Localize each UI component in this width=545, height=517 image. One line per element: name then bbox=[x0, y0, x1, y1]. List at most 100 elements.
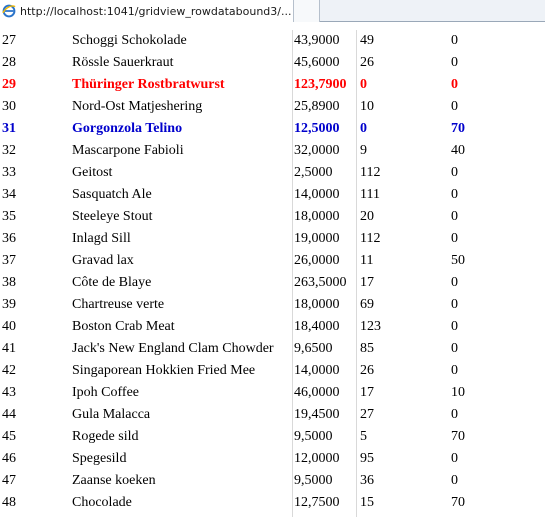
unit-price-cell: 32,0000 bbox=[294, 143, 340, 158]
units-in-stock-cell: 10 bbox=[360, 99, 374, 114]
product-id-cell: 32 bbox=[2, 143, 16, 158]
units-in-stock-cell: 0 bbox=[360, 121, 367, 136]
product-name-cell: Boston Crab Meat bbox=[72, 319, 175, 334]
units-on-order-cell: 0 bbox=[451, 473, 458, 488]
product-name-cell: Steeleye Stout bbox=[72, 209, 153, 224]
unit-price-cell: 46,0000 bbox=[294, 385, 340, 400]
product-id-cell: 48 bbox=[2, 495, 16, 510]
table-row: 29 Thüringer Rostbratwurst 123,7900 0 0 bbox=[0, 74, 545, 96]
units-in-stock-cell: 49 bbox=[360, 33, 374, 48]
units-on-order-cell: 0 bbox=[451, 33, 458, 48]
product-name-cell: Gorgonzola Telino bbox=[72, 121, 183, 136]
table-row: 47 Zaanse koeken 9,5000 36 0 bbox=[0, 470, 545, 492]
units-on-order-cell: 0 bbox=[451, 341, 458, 356]
table-row: 28 Rössle Sauerkraut 45,6000 26 0 bbox=[0, 52, 545, 74]
product-id-cell: 37 bbox=[2, 253, 16, 268]
product-id-cell: 34 bbox=[2, 187, 16, 202]
internet-explorer-icon bbox=[2, 4, 16, 18]
units-on-order-cell: 0 bbox=[451, 451, 458, 466]
product-name-cell: Ipoh Coffee bbox=[72, 385, 139, 400]
unit-price-cell: 25,8900 bbox=[294, 99, 340, 114]
units-on-order-cell: 10 bbox=[451, 385, 465, 400]
units-in-stock-cell: 20 bbox=[360, 209, 374, 224]
units-in-stock-cell: 36 bbox=[360, 473, 374, 488]
table-row: 31 Gorgonzola Telino 12,5000 0 70 bbox=[0, 118, 545, 140]
unit-price-cell: 263,5000 bbox=[294, 275, 347, 290]
units-on-order-cell: 0 bbox=[451, 407, 458, 422]
unit-price-cell: 123,7900 bbox=[294, 77, 347, 92]
table-row: 45 Rogede sild 9,5000 5 70 bbox=[0, 426, 545, 448]
unit-price-cell: 19,4500 bbox=[294, 407, 340, 422]
product-id-cell: 45 bbox=[2, 429, 16, 444]
product-id-cell: 38 bbox=[2, 275, 16, 290]
product-name-cell: Gravad lax bbox=[72, 253, 134, 268]
units-on-order-cell: 0 bbox=[451, 231, 458, 246]
unit-price-cell: 9,5000 bbox=[294, 429, 333, 444]
units-on-order-cell: 0 bbox=[451, 363, 458, 378]
product-name-cell: Chartreuse verte bbox=[72, 297, 165, 312]
units-on-order-cell: 0 bbox=[451, 275, 458, 290]
unit-price-cell: 18,0000 bbox=[294, 297, 340, 312]
product-name-cell: Gula Malacca bbox=[72, 407, 151, 422]
product-name-cell: Jack's New England Clam Chowder bbox=[72, 341, 274, 356]
unit-price-cell: 12,5000 bbox=[294, 121, 340, 136]
product-id-cell: 28 bbox=[2, 55, 16, 70]
table-row: 40 Boston Crab Meat 18,4000 123 0 bbox=[0, 316, 545, 338]
unit-price-cell: 43,9000 bbox=[294, 33, 340, 48]
units-on-order-cell: 40 bbox=[451, 143, 465, 158]
new-tab-button[interactable] bbox=[294, 0, 320, 22]
product-id-cell: 42 bbox=[2, 363, 16, 378]
product-name-cell: Sasquatch Ale bbox=[72, 187, 152, 202]
product-id-cell: 31 bbox=[2, 121, 16, 136]
products-gridview: 27 Schoggi Schokolade 43,9000 49 0 28 Rössle S… bbox=[0, 30, 545, 514]
units-on-order-cell: 0 bbox=[451, 55, 458, 70]
table-row: 42 Singaporean Hokkien Fried Mee 14,0000 26… bbox=[0, 360, 545, 382]
units-on-order-cell: 0 bbox=[451, 77, 458, 92]
table-row: 35 Steeleye Stout 18,0000 20 0 bbox=[0, 206, 545, 228]
unit-price-cell: 26,0000 bbox=[294, 253, 340, 268]
units-in-stock-cell: 11 bbox=[360, 253, 374, 268]
table-row: 32 Mascarpone Fabioli 32,0000 9 40 bbox=[0, 140, 545, 162]
units-on-order-cell: 0 bbox=[451, 319, 458, 334]
browser-tab[interactable]: http://localhost:1041/gridview_rowdatabo… bbox=[0, 0, 294, 22]
unit-price-cell: 12,0000 bbox=[294, 451, 340, 466]
product-id-cell: 43 bbox=[2, 385, 16, 400]
table-row: 34 Sasquatch Ale 14,0000 111 0 bbox=[0, 184, 545, 206]
unit-price-cell: 18,0000 bbox=[294, 209, 340, 224]
product-id-cell: 35 bbox=[2, 209, 16, 224]
table-row: 41 Jack's New England Clam Chowder 9,6500 8… bbox=[0, 338, 545, 360]
product-name-cell: Inlagd Sill bbox=[72, 231, 131, 246]
units-in-stock-cell: 15 bbox=[360, 495, 374, 510]
product-name-cell: Zaanse koeken bbox=[72, 473, 156, 488]
unit-price-cell: 14,0000 bbox=[294, 363, 340, 378]
product-name-cell: Thüringer Rostbratwurst bbox=[72, 77, 225, 92]
table-row: 43 Ipoh Coffee 46,0000 17 10 bbox=[0, 382, 545, 404]
product-name-cell: Geitost bbox=[72, 165, 113, 180]
units-in-stock-cell: 112 bbox=[360, 165, 381, 180]
product-id-cell: 44 bbox=[2, 407, 16, 422]
units-on-order-cell: 0 bbox=[451, 187, 458, 202]
product-name-cell: Rogede sild bbox=[72, 429, 139, 444]
product-name-cell: Chocolade bbox=[72, 495, 132, 510]
units-in-stock-cell: 69 bbox=[360, 297, 374, 312]
product-id-cell: 29 bbox=[2, 77, 16, 92]
units-on-order-cell: 0 bbox=[451, 209, 458, 224]
units-in-stock-cell: 26 bbox=[360, 363, 374, 378]
unit-price-cell: 12,7500 bbox=[294, 495, 340, 510]
unit-price-cell: 45,6000 bbox=[294, 55, 340, 70]
table-row: 48 Chocolade 12,7500 15 70 bbox=[0, 492, 545, 514]
units-on-order-cell: 50 bbox=[451, 253, 465, 268]
browser-tab-strip: http://localhost:1041/gridview_rowdatabo… bbox=[0, 0, 545, 22]
product-id-cell: 33 bbox=[2, 165, 16, 180]
product-id-cell: 40 bbox=[2, 319, 16, 334]
product-name-cell: Singaporean Hokkien Fried Mee bbox=[72, 363, 256, 378]
units-in-stock-cell: 9 bbox=[360, 143, 367, 158]
units-on-order-cell: 70 bbox=[451, 495, 465, 510]
units-in-stock-cell: 5 bbox=[360, 429, 367, 444]
units-in-stock-cell: 27 bbox=[360, 407, 374, 422]
product-name-cell: Rössle Sauerkraut bbox=[72, 55, 174, 70]
table-row: 36 Inlagd Sill 19,0000 112 0 bbox=[0, 228, 545, 250]
unit-price-cell: 14,0000 bbox=[294, 187, 340, 202]
table-row: 46 Spegesild 12,0000 95 0 bbox=[0, 448, 545, 470]
table-row: 33 Geitost 2,5000 112 0 bbox=[0, 162, 545, 184]
